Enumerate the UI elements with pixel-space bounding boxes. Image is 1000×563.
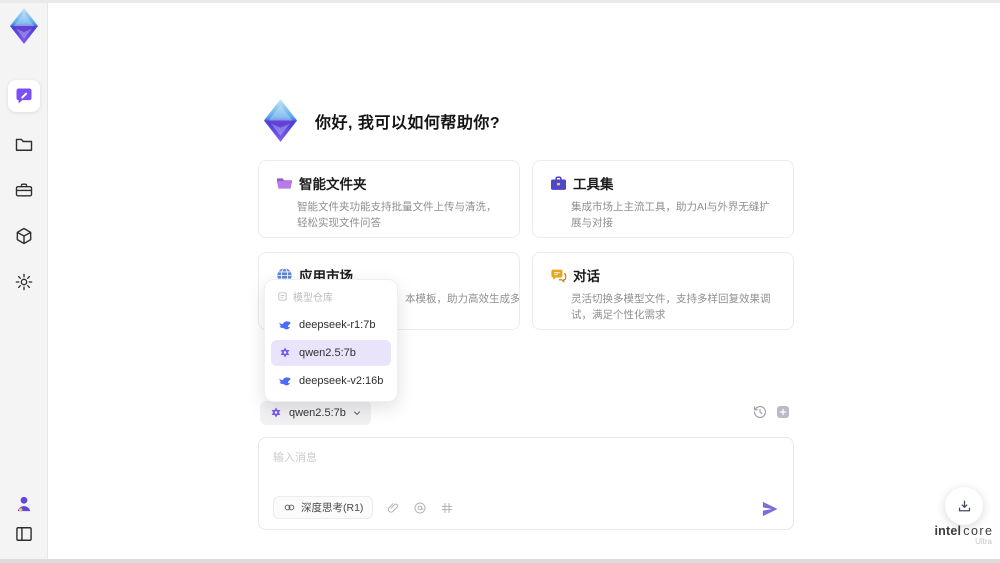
card-toolset[interactable]: 工具集 集成市场上主流工具，助力AI与外界无缝扩展与对接 [532,160,794,238]
model-selector-label: qwen2.5:7b [289,407,346,419]
app-logo-icon [10,8,38,44]
download-icon [958,500,970,511]
attach-button[interactable] [386,501,400,515]
sidebar-item-apps[interactable] [8,220,40,252]
repo-icon [278,292,287,301]
deep-think-label: 深度思考(R1) [301,502,364,514]
deepseek-whale-icon [279,321,291,330]
card-dialogue[interactable]: 对话 灵活切换多模型文件，支持多样回复效果调试，满足个性化需求 [532,252,794,330]
model-dropdown-header-label: 模型仓库 [293,293,333,304]
plus-square-icon [777,406,789,418]
intel-core-badge: intel core Ultra [928,524,1000,546]
cube-icon [16,227,32,245]
paperclip-icon [388,502,399,513]
new-chat-button[interactable] [775,404,791,420]
card-title: 工具集 [573,177,614,192]
composer: 深度思考(R1) [258,437,794,530]
sidebar-item-chat[interactable] [8,80,40,112]
mention-button[interactable] [413,501,427,515]
card-title: 对话 [573,269,600,284]
window-top-edge [0,0,1000,3]
send-icon [762,501,778,517]
send-button[interactable] [760,499,780,519]
model-dropdown-header: 模型仓库 [271,287,391,310]
purple-folder-icon [276,177,293,189]
card-description: 灵活切换多模型文件，支持多样回复效果调试，满足个性化需求 [571,293,771,321]
infinity-think-icon [284,504,295,511]
gold-chat-icon [551,269,567,283]
folder-icon [15,138,33,151]
toolbox-icon [15,183,33,197]
app-window: 你好, 我可以如何帮助你? 智能文件夹 智能文件夹功能支持批量文件上传与清洗，轻… [0,0,1000,563]
sidebar-item-tools[interactable] [8,174,40,206]
at-circle-icon [414,502,426,513]
assistant-logo-icon [263,99,298,142]
history-button[interactable] [752,404,768,420]
card-smart-folder[interactable]: 智能文件夹 智能文件夹功能支持批量文件上传与清洗，轻松实现文件问答 [258,160,520,238]
card-description: 智能文件夹功能支持批量文件上传与清洗，轻松实现文件问答 [297,201,497,229]
model-option-label: qwen2.5:7b [299,347,356,359]
history-icon [753,405,767,418]
sidebar-item-profile[interactable] [8,488,40,520]
composer-toolbar: 深度思考(R1) [273,496,454,519]
prompt-library-button[interactable] [440,501,454,515]
model-selector[interactable]: qwen2.5:7b [260,401,371,425]
message-input[interactable] [259,438,793,486]
model-dropdown: 模型仓库 deepseek-r1:7b qwen2.5:7b deepseek-… [264,279,398,402]
greeting-title: 你好, 我可以如何帮助你? [315,114,501,132]
model-option-deepseek-r1[interactable]: deepseek-r1:7b [271,312,391,338]
window-bottom-edge [0,559,1000,563]
sidebar-item-settings[interactable] [8,266,40,298]
sidebar-item-folders[interactable] [8,128,40,160]
card-title: 智能文件夹 [299,177,367,192]
sidebar [0,0,48,563]
qwen-icon [280,347,290,358]
chevron-down-icon [353,411,360,416]
intel-wordmark: intel [934,524,962,538]
model-option-label: deepseek-v2:16b [299,375,384,387]
model-option-deepseek-v2[interactable]: deepseek-v2:16b [271,368,391,394]
ultra-label: Ultra [975,537,992,546]
sidebar-item-collapse-panel[interactable] [8,518,40,550]
deep-think-toggle[interactable]: 深度思考(R1) [273,496,374,519]
briefcase-icon [550,175,567,190]
chat-icon [16,88,32,104]
deepseek-whale-icon [279,377,291,386]
qwen-icon [271,407,281,418]
card-description: 本模板，助力高效生成多 [405,293,520,305]
gear-icon [15,273,33,291]
download-fab[interactable] [945,487,983,525]
quick-actions [752,404,791,420]
core-wordmark: core [963,524,994,538]
model-option-qwen[interactable]: qwen2.5:7b [271,340,391,366]
model-option-label: deepseek-r1:7b [299,319,376,331]
grid-hash-icon [442,502,453,513]
profile-icon [17,496,31,512]
panel-icon [16,527,32,541]
card-description: 集成市场上主流工具，助力AI与外界无缝扩展与对接 [571,201,770,229]
greeting-row: 你好, 我可以如何帮助你? [258,98,500,143]
